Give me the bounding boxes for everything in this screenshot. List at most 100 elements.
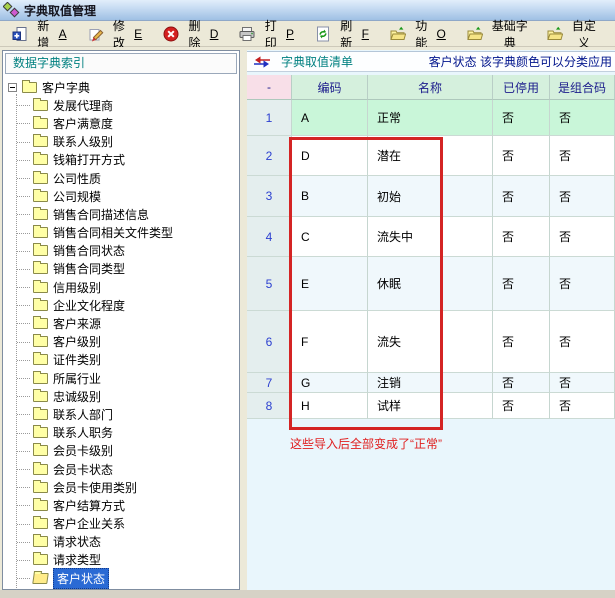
dictionary-tree: 客户字典 发展代理商 客户满意度 [3,78,239,589]
table-row[interactable]: 3 B 初始 否 否 [247,176,615,217]
button-hotkey: P [286,27,294,41]
name-cell[interactable]: 流失中 [368,217,493,257]
sidebar: 数据字典索引 客户字典 发展代理商 [2,50,240,590]
tree-item[interactable]: 销售合同类型 [3,260,239,278]
tree-item[interactable]: 所属行业 [3,369,239,387]
table-row[interactable]: 1 A 正常 否 否 [247,100,615,136]
combo-cell[interactable]: 否 [550,217,615,257]
tree-item[interactable]: 客户企业关系 [3,515,239,533]
stopped-cell[interactable]: 否 [493,393,550,419]
stopped-cell[interactable]: 否 [493,373,550,393]
value-list-panel: 字典取值清单 客户状态 该字典颜色可以分类应用 - 编码 名称 已停用 是组合码… [247,50,615,590]
stopped-cell[interactable]: 否 [493,136,550,176]
column-header-name[interactable]: 名称 [368,75,493,100]
column-header-index[interactable]: - [247,75,292,100]
tree-item[interactable]: 联系人职务 [3,424,239,442]
table-body: 1 A 正常 否 否 2 D 潜在 否 否 [247,100,615,419]
refresh-icon [315,26,331,42]
tree-item[interactable]: 证件类别 [3,351,239,369]
tree-root-item[interactable]: 客户字典 [3,78,239,96]
column-header-stopped[interactable]: 已停用 [493,75,550,100]
button-label: 新增 [32,17,55,51]
tree-item[interactable]: 公司性质 [3,169,239,187]
collapse-icon[interactable] [8,83,17,92]
tree-item[interactable]: 发展代理商 [3,96,239,114]
code-cell[interactable]: H [292,393,368,419]
tree-item[interactable]: 会员卡使用类别 [3,478,239,496]
tree-item-label: 联系人职务 [53,424,113,441]
tree-item[interactable]: 客户级别 [3,333,239,351]
combo-cell[interactable]: 否 [550,373,615,393]
column-header-combo[interactable]: 是组合码 [550,75,615,100]
tree-item[interactable]: 客户满意度 [3,114,239,132]
app-window: 字典取值管理 新增A 修改E 删除D 打印P [0,0,615,598]
combo-cell[interactable]: 否 [550,176,615,217]
tree-item-label: 联系人级别 [53,133,113,150]
name-cell[interactable]: 试样 [368,393,493,419]
toolbar: 新增A 修改E 删除D 打印P 刷新F [0,21,615,47]
tree-item-partial[interactable]: 客户类型 [3,587,239,589]
name-cell[interactable]: 正常 [368,100,493,136]
folder-up-icon [467,26,483,42]
tree-item[interactable]: 联系人部门 [3,405,239,423]
tree-item-label: 钱箱打开方式 [53,151,125,168]
folder-icon [33,373,48,384]
stopped-cell[interactable]: 否 [493,176,550,217]
combo-cell[interactable]: 否 [550,393,615,419]
column-header-code[interactable]: 编码 [292,75,368,100]
tree-item[interactable]: 忠诚级别 [3,387,239,405]
table-row[interactable]: 4 C 流失中 否 否 [247,217,615,257]
combo-cell[interactable]: 否 [550,257,615,311]
tree-item[interactable]: 钱箱打开方式 [3,151,239,169]
tree-item[interactable]: 请求类型 [3,551,239,569]
name-cell[interactable]: 初始 [368,176,493,217]
code-cell[interactable]: G [292,373,368,393]
tree-item[interactable]: 请求状态 [3,533,239,551]
tree-item[interactable]: 公司规模 [3,187,239,205]
name-cell[interactable]: 注销 [368,373,493,393]
table-row[interactable]: 5 E 休眠 否 否 [247,257,615,311]
combo-cell[interactable]: 否 [550,311,615,373]
tree-item[interactable]: 信用级别 [3,278,239,296]
tree-item[interactable]: 客户结算方式 [3,496,239,514]
code-cell[interactable]: B [292,176,368,217]
tree-item[interactable]: 联系人级别 [3,133,239,151]
tree-item[interactable]: 销售合同描述信息 [3,205,239,223]
table-row[interactable]: 8 H 试样 否 否 [247,393,615,419]
name-cell[interactable]: 潜在 [368,136,493,176]
tree-item[interactable]: 企业文化程度 [3,296,239,314]
table-row[interactable]: 2 D 潜在 否 否 [247,136,615,176]
name-cell[interactable]: 流失 [368,311,493,373]
code-cell[interactable]: A [292,100,368,136]
stopped-cell[interactable]: 否 [493,217,550,257]
tree-item[interactable]: 会员卡级别 [3,442,239,460]
print-icon [239,26,255,42]
table-row[interactable]: 7 G 注销 否 否 [247,373,615,393]
tree-item-selected[interactable]: 客户状态 [3,569,239,587]
code-cell[interactable]: C [292,217,368,257]
button-hotkey: A [59,27,67,41]
tree-item-label: 发展代理商 [53,97,113,114]
folder-icon [33,427,48,438]
name-cell[interactable]: 休眠 [368,257,493,311]
tree-item[interactable]: 销售合同相关文件类型 [3,224,239,242]
stopped-cell[interactable]: 否 [493,257,550,311]
combo-cell[interactable]: 否 [550,100,615,136]
stopped-cell[interactable]: 否 [493,311,550,373]
combo-cell[interactable]: 否 [550,136,615,176]
tree-root-label: 客户字典 [42,79,90,96]
code-cell[interactable]: F [292,311,368,373]
code-cell[interactable]: D [292,136,368,176]
folder-icon [33,536,48,547]
folder-icon [33,409,48,420]
code-cell[interactable]: E [292,257,368,311]
button-label: 基础字典 [487,17,533,51]
folder-icon [33,209,48,220]
tree-item[interactable]: 会员卡状态 [3,460,239,478]
tree-item[interactable]: 销售合同状态 [3,242,239,260]
table-row[interactable]: 6 F 流失 否 否 [247,311,615,373]
tree-item[interactable]: 客户来源 [3,314,239,332]
stopped-cell[interactable]: 否 [493,100,550,136]
folder-icon [33,100,48,111]
folder-icon [33,173,48,184]
